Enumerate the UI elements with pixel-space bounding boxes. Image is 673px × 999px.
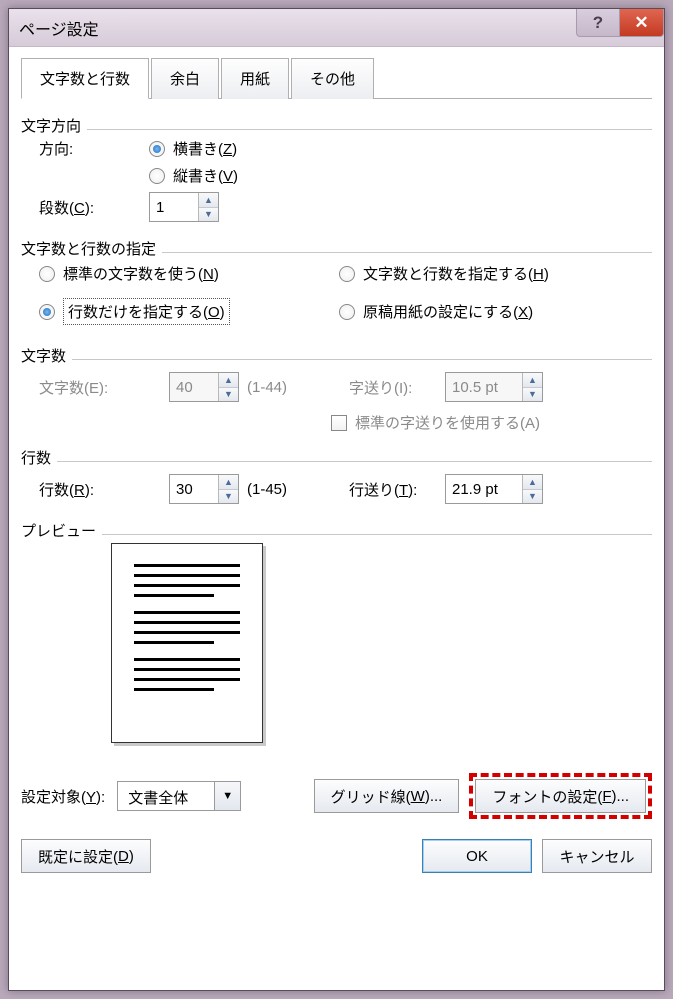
help-button[interactable]: ? (576, 9, 620, 37)
section-preview: プレビュー (21, 520, 102, 541)
columns-label: 段数(C): (39, 197, 149, 218)
tab-other[interactable]: その他 (291, 58, 374, 99)
radio-lines-only[interactable] (39, 304, 55, 320)
ok-button[interactable]: OK (422, 839, 532, 873)
font-settings-highlight: フォントの設定(F)... (469, 773, 652, 819)
char-pitch-down: ▼ (523, 388, 542, 402)
tabbar: 文字数と行数 余白 用紙 その他 (21, 57, 652, 99)
columns-down[interactable]: ▼ (199, 208, 218, 222)
direction-label: 方向: (39, 138, 149, 159)
line-count-spin[interactable]: ▲ ▼ (169, 474, 239, 504)
radio-chars-lines-label: 文字数と行数を指定する(H) (363, 263, 549, 284)
char-count-down: ▼ (219, 388, 238, 402)
char-pitch-up: ▲ (523, 373, 542, 388)
line-pitch-input[interactable] (446, 475, 522, 503)
tab-paper[interactable]: 用紙 (221, 58, 289, 99)
section-direction: 文字方向 (21, 115, 87, 136)
radio-chars-lines[interactable] (339, 266, 355, 282)
char-count-range: (1-44) (247, 379, 287, 396)
chevron-down-icon[interactable]: ▼ (214, 782, 240, 810)
titlebar: ページ設定 ? ✕ (9, 9, 664, 47)
section-spec: 文字数と行数の指定 (21, 238, 162, 259)
tab-chars-lines[interactable]: 文字数と行数 (21, 58, 149, 99)
line-pitch-spin[interactable]: ▲ ▼ (445, 474, 543, 504)
radio-vertical-label: 縦書き(V) (173, 165, 238, 186)
tab-margins[interactable]: 余白 (151, 58, 219, 99)
char-count-spin: ▲ ▼ (169, 372, 239, 402)
line-count-range: (1-45) (247, 481, 287, 498)
line-pitch-label: 行送り(T): (349, 479, 445, 500)
apply-to-label: 設定対象(Y): (21, 786, 105, 807)
apply-to-value: 文書全体 (118, 782, 214, 810)
radio-horizontal-label: 横書き(Z) (173, 138, 237, 159)
columns-spin[interactable]: ▲ ▼ (149, 192, 219, 222)
apply-to-dropdown[interactable]: 文書全体 ▼ (117, 781, 241, 811)
char-pitch-spin: ▲ ▼ (445, 372, 543, 402)
line-count-input[interactable] (170, 475, 218, 503)
line-pitch-up[interactable]: ▲ (523, 475, 542, 490)
page-setup-dialog: ページ設定 ? ✕ 文字数と行数 余白 用紙 その他 文字方向 方向: 横書き(… (8, 8, 665, 991)
line-count-up[interactable]: ▲ (219, 475, 238, 490)
font-settings-button[interactable]: フォントの設定(F)... (475, 779, 646, 813)
columns-up[interactable]: ▲ (199, 193, 218, 208)
cancel-button[interactable]: キャンセル (542, 839, 652, 873)
char-count-label: 文字数(E): (39, 377, 169, 398)
char-pitch-input (446, 373, 522, 401)
set-default-button[interactable]: 既定に設定(D) (21, 839, 151, 873)
radio-vertical[interactable] (149, 168, 165, 184)
section-lines: 行数 (21, 447, 57, 468)
gridlines-button[interactable]: グリッド線(W)... (314, 779, 460, 813)
window-title: ページ設定 (19, 16, 99, 40)
section-chars: 文字数 (21, 345, 72, 366)
radio-standard-label: 標準の文字数を使う(N) (63, 263, 219, 284)
line-count-down[interactable]: ▼ (219, 490, 238, 504)
char-count-up: ▲ (219, 373, 238, 388)
radio-lines-only-label: 行数だけを指定する(O) (63, 298, 230, 325)
char-count-input (170, 373, 218, 401)
radio-standard[interactable] (39, 266, 55, 282)
columns-input[interactable] (150, 193, 198, 221)
line-pitch-down[interactable]: ▼ (523, 490, 542, 504)
std-pitch-label: 標準の字送りを使用する(A) (355, 412, 540, 433)
radio-genko-label: 原稿用紙の設定にする(X) (363, 301, 533, 322)
radio-genko[interactable] (339, 304, 355, 320)
close-button[interactable]: ✕ (620, 9, 664, 37)
char-pitch-label: 字送り(I): (349, 377, 445, 398)
preview-page (111, 543, 263, 743)
std-pitch-checkbox (331, 415, 347, 431)
line-count-label: 行数(R): (39, 479, 169, 500)
radio-horizontal[interactable] (149, 141, 165, 157)
